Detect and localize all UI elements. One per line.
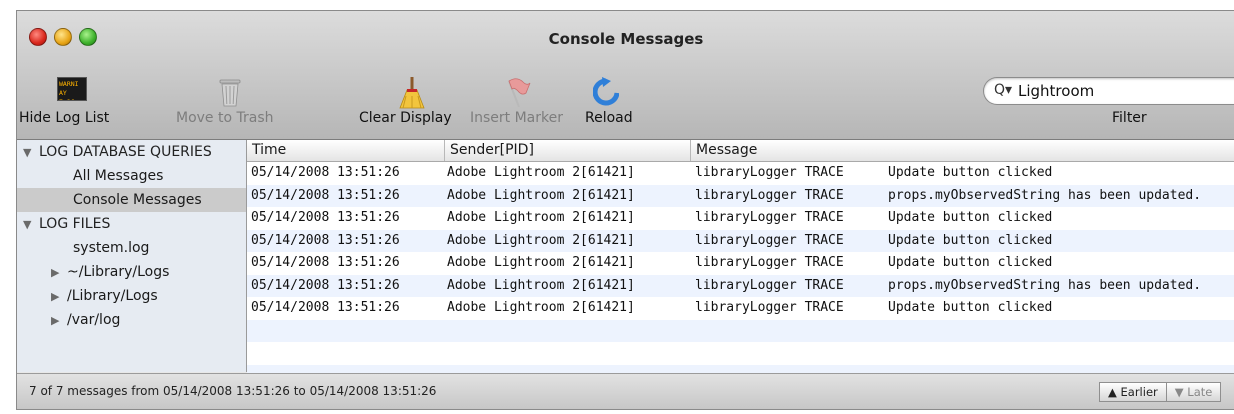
- reload-icon: [592, 77, 620, 106]
- cell-message: props.myObservedString has been updated.: [888, 187, 1202, 203]
- cell-sender: Adobe Lightroom 2[61421]: [447, 187, 635, 203]
- sidebar-item-console-messages[interactable]: Console Messages: [17, 188, 246, 212]
- status-text: 7 of 7 messages from 05/14/2008 13:51:26…: [29, 384, 437, 398]
- sidebar-item-var-log[interactable]: ▶/var/log: [17, 308, 246, 332]
- down-triangle-icon: ▼: [1174, 385, 1184, 399]
- cell-message: Update button clicked: [888, 210, 1053, 225]
- disclosure-triangle-icon[interactable]: ▼: [23, 213, 35, 237]
- log-list-sidebar: ▼ LOG DATABASE QUERIES All Messages Conso…: [17, 140, 247, 372]
- status-bar: 7 of 7 messages from 05/14/2008 13:51:26…: [17, 373, 1234, 409]
- toolbar: Console Messages WARNI AY 7:36 Hide Log …: [17, 11, 1234, 140]
- cell-level: libraryLogger TRACE: [695, 277, 844, 293]
- table-row[interactable]: 05/14/2008 13:51:26 Adobe Lightroom 2[614…: [247, 162, 1234, 185]
- table-row[interactable]: 05/14/2008 13:51:26 Adobe Lightroom 2[614…: [247, 207, 1234, 230]
- empty-row: [247, 319, 1234, 342]
- trash-icon: [219, 79, 241, 107]
- warning-log-icon: WARNI AY 7:36: [57, 77, 87, 101]
- sidebar-item-system-log[interactable]: system.log: [17, 236, 246, 260]
- search-input[interactable]: Lightroom: [1018, 82, 1094, 100]
- cell-sender: Adobe Lightroom 2[61421]: [447, 277, 635, 293]
- cell-sender: Adobe Lightroom 2[61421]: [447, 300, 635, 315]
- cell-sender: Adobe Lightroom 2[61421]: [447, 210, 635, 225]
- reload-button[interactable]: [592, 77, 620, 111]
- search-field[interactable]: Q▾ Lightroom: [983, 77, 1234, 105]
- flag-marker-icon: [508, 78, 531, 108]
- cell-time: 05/14/2008 13:51:26: [251, 232, 400, 248]
- cell-level: libraryLogger TRACE: [695, 300, 844, 315]
- hide-log-list-button[interactable]: WARNI AY 7:36: [57, 77, 87, 101]
- sidebar-group-log-files[interactable]: ▼ LOG FILES: [17, 212, 246, 236]
- cell-message: Update button clicked: [888, 255, 1053, 270]
- clear-display-label[interactable]: Clear Display: [359, 110, 452, 126]
- cell-level: libraryLogger TRACE: [695, 210, 844, 225]
- disclosure-triangle-icon[interactable]: ▶: [51, 285, 63, 309]
- message-table: Time Sender[PID] Message 05/14/2008 13:5…: [247, 140, 1234, 387]
- insert-marker-label[interactable]: Insert Marker: [470, 110, 563, 126]
- console-window: Console Messages WARNI AY 7:36 Hide Log …: [16, 10, 1234, 410]
- up-triangle-icon: ▲: [1108, 385, 1117, 399]
- sidebar-item-all-messages[interactable]: All Messages: [17, 164, 246, 188]
- cell-time: 05/14/2008 13:51:26: [251, 255, 400, 270]
- cell-level: libraryLogger TRACE: [695, 232, 844, 248]
- table-row[interactable]: 05/14/2008 13:51:26 Adobe Lightroom 2[614…: [247, 274, 1234, 297]
- cell-sender: Adobe Lightroom 2[61421]: [447, 255, 635, 270]
- cell-sender: Adobe Lightroom 2[61421]: [447, 232, 635, 248]
- column-header-message[interactable]: Message: [691, 140, 1234, 161]
- table-row[interactable]: 05/14/2008 13:51:26 Adobe Lightroom 2[614…: [247, 184, 1234, 207]
- window-title: Console Messages: [548, 30, 704, 48]
- move-to-trash-button[interactable]: [218, 77, 242, 111]
- table-row[interactable]: 05/14/2008 13:51:26 Adobe Lightroom 2[614…: [247, 229, 1234, 252]
- disclosure-triangle-icon[interactable]: ▶: [51, 261, 63, 285]
- insert-marker-button[interactable]: [503, 77, 531, 111]
- cell-level: libraryLogger TRACE: [695, 165, 844, 180]
- cell-message: Update button clicked: [888, 165, 1053, 180]
- earlier-button[interactable]: ▲ Earlier: [1099, 382, 1167, 402]
- cell-time: 05/14/2008 13:51:26: [251, 165, 400, 180]
- cell-time: 05/14/2008 13:51:26: [251, 210, 400, 225]
- cell-message: props.myObservedString has been updated.: [888, 277, 1202, 293]
- table-header: Time Sender[PID] Message: [247, 140, 1234, 162]
- broom-icon: [399, 77, 425, 109]
- cell-time: 05/14/2008 13:51:26: [251, 277, 400, 293]
- hide-log-list-label[interactable]: Hide Log List: [19, 110, 109, 126]
- filter-label: Filter: [1112, 110, 1147, 126]
- clear-display-button[interactable]: [397, 77, 427, 113]
- reload-label[interactable]: Reload: [585, 110, 633, 126]
- cell-sender: Adobe Lightroom 2[61421]: [447, 165, 635, 180]
- cell-time: 05/14/2008 13:51:26: [251, 187, 400, 203]
- sidebar-group-log-database-queries[interactable]: ▼ LOG DATABASE QUERIES: [17, 140, 246, 164]
- disclosure-triangle-icon[interactable]: ▼: [23, 141, 35, 165]
- sidebar-item-library-logs[interactable]: ▶/Library/Logs: [17, 284, 246, 308]
- search-icon[interactable]: Q▾: [994, 82, 1012, 98]
- navigation-buttons: ▲ Earlier ▼ Late: [1099, 382, 1222, 402]
- column-header-sender[interactable]: Sender[PID]: [445, 140, 691, 161]
- table-rows: 05/14/2008 13:51:26 Adobe Lightroom 2[614…: [247, 162, 1234, 387]
- move-to-trash-label[interactable]: Move to Trash: [176, 110, 274, 126]
- cell-message: Update button clicked: [888, 232, 1053, 248]
- empty-row: [247, 342, 1234, 365]
- column-header-time[interactable]: Time: [247, 140, 445, 161]
- disclosure-triangle-icon[interactable]: ▶: [51, 309, 63, 333]
- table-row[interactable]: 05/14/2008 13:51:26 Adobe Lightroom 2[614…: [247, 297, 1234, 320]
- cell-level: libraryLogger TRACE: [695, 187, 844, 203]
- sidebar-item-user-library-logs[interactable]: ▶ ~/Library/Logs: [17, 260, 246, 284]
- cell-message: Update button clicked: [888, 300, 1053, 315]
- cell-time: 05/14/2008 13:51:26: [251, 300, 400, 315]
- cell-level: libraryLogger TRACE: [695, 255, 844, 270]
- later-button[interactable]: ▼ Late: [1166, 382, 1222, 402]
- table-row[interactable]: 05/14/2008 13:51:26 Adobe Lightroom 2[614…: [247, 252, 1234, 275]
